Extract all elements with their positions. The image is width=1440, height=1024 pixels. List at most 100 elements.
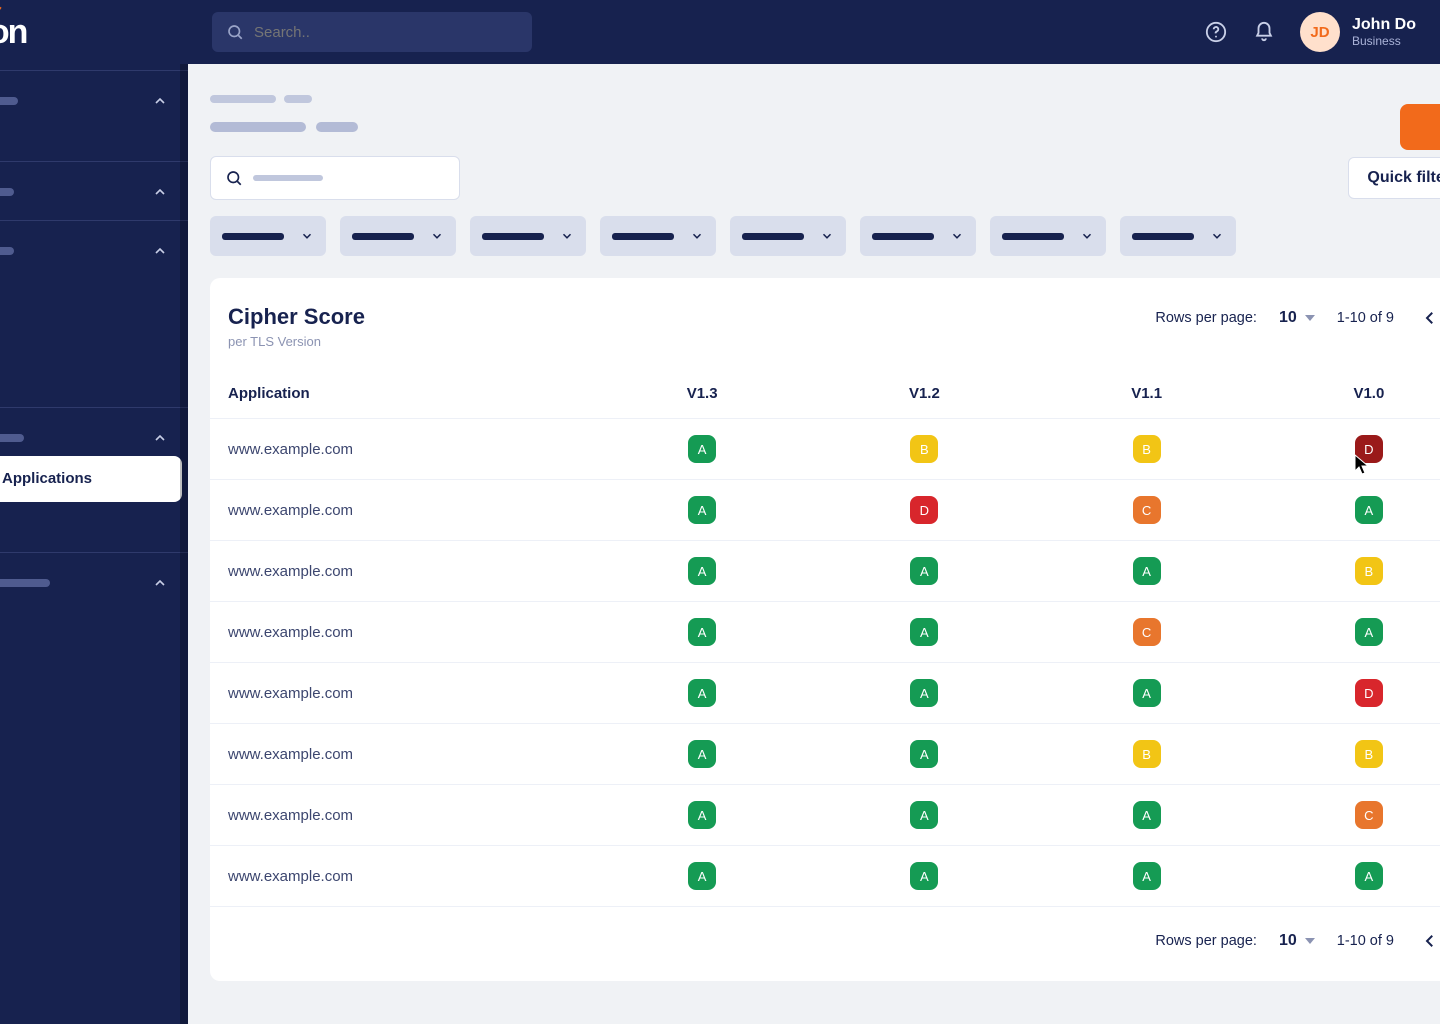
filter-dropdown[interactable] <box>730 216 846 256</box>
score-badge: A <box>1355 862 1383 890</box>
chevron-up-icon <box>152 243 168 259</box>
cell-score: A <box>1258 480 1440 541</box>
nav-item[interactable] <box>0 115 180 131</box>
global-search-input[interactable] <box>254 24 518 41</box>
filter-dropdown[interactable] <box>1120 216 1236 256</box>
rows-per-page-label: Rows per page: <box>1155 933 1257 949</box>
table-row[interactable]: www.example.com A A A C <box>210 785 1440 846</box>
rows-per-page-select[interactable]: 10 <box>1279 932 1315 950</box>
nav-section-header[interactable] <box>0 87 180 115</box>
score-badge: A <box>910 679 938 707</box>
nav-item-applications[interactable]: Applications <box>0 456 182 502</box>
score-badge: A <box>910 801 938 829</box>
page-prev-button[interactable] <box>1416 304 1440 332</box>
cell-application: www.example.com <box>210 663 591 724</box>
nav-item[interactable] <box>0 361 180 377</box>
table-row[interactable]: www.example.comAAAD <box>210 663 1440 724</box>
nav-item[interactable] <box>0 131 180 147</box>
cell-score: A <box>1036 785 1258 846</box>
score-badge: D <box>910 496 938 524</box>
nav-item[interactable] <box>0 613 180 629</box>
cell-score: A <box>813 846 1035 907</box>
filter-dropdown[interactable] <box>990 216 1106 256</box>
nav-item[interactable] <box>0 377 180 393</box>
nav-section-header[interactable] <box>0 237 180 265</box>
score-badge: C <box>1355 801 1383 829</box>
table-search[interactable] <box>210 156 460 200</box>
chevron-up-icon <box>152 430 168 446</box>
page-prev-button[interactable] <box>1416 927 1440 955</box>
user-name: John Do <box>1352 15 1416 34</box>
logo: kon <box>0 13 180 52</box>
score-badge: D <box>1355 435 1383 463</box>
user-info[interactable]: John Do Business <box>1352 15 1416 49</box>
chevron-down-icon <box>1080 229 1094 243</box>
table-row[interactable]: www.example.comAACA <box>210 602 1440 663</box>
cipher-score-card: Cipher Score per TLS Version Rows per pa… <box>210 278 1440 981</box>
table-row[interactable]: www.example.comAAAB <box>210 541 1440 602</box>
nav-item[interactable] <box>0 329 180 345</box>
rows-per-page-label: Rows per page: <box>1155 310 1257 326</box>
cell-score: A <box>813 541 1035 602</box>
table-row[interactable]: www.example.comABBD <box>210 419 1440 480</box>
cell-score: A <box>1258 602 1440 663</box>
nav-item[interactable] <box>0 297 180 313</box>
table-row[interactable]: www.example.comAABB <box>210 724 1440 785</box>
chevron-down-icon <box>1210 229 1224 243</box>
nav-section-header[interactable] <box>0 569 180 597</box>
pagination-range: 1-10 of 9 <box>1337 933 1394 949</box>
chevron-up-icon <box>152 575 168 591</box>
cipher-score-table: ApplicationV1.3V1.2V1.1V1.0 www.example.… <box>210 369 1440 906</box>
user-avatar[interactable]: JD <box>1300 12 1340 52</box>
nav-item[interactable] <box>0 265 180 281</box>
filter-dropdown[interactable] <box>210 216 326 256</box>
filter-dropdown[interactable] <box>600 216 716 256</box>
table-row[interactable]: www.example.comAAAA <box>210 846 1440 907</box>
cell-score: A <box>1258 846 1440 907</box>
cell-score: A <box>1036 846 1258 907</box>
nav-section-header[interactable] <box>0 424 180 452</box>
primary-action-button[interactable] <box>1400 104 1440 150</box>
cell-score: C <box>1036 602 1258 663</box>
global-search[interactable] <box>212 12 532 52</box>
cell-application: www.example.com <box>210 602 591 663</box>
filter-chip-row <box>210 216 1440 256</box>
card-subtitle: per TLS Version <box>228 334 365 349</box>
cell-application: www.example.com <box>210 785 591 846</box>
score-badge: A <box>688 801 716 829</box>
chevron-down-icon <box>430 229 444 243</box>
score-badge: A <box>1133 679 1161 707</box>
main-content: Quick filter Cipher Score per TLS Versio… <box>188 64 1440 1024</box>
help-button[interactable] <box>1196 12 1236 52</box>
nav-item[interactable] <box>0 313 180 329</box>
nav-item[interactable] <box>0 506 180 522</box>
notifications-button[interactable] <box>1244 12 1284 52</box>
cell-score: A <box>591 602 813 663</box>
rows-per-page-select[interactable]: 10 <box>1279 309 1315 327</box>
filter-dropdown[interactable] <box>470 216 586 256</box>
table-row[interactable]: www.example.comADCA <box>210 480 1440 541</box>
nav-item[interactable] <box>0 281 180 297</box>
column-header: V1.1 <box>1036 369 1258 419</box>
score-badge: C <box>1133 618 1161 646</box>
score-badge: A <box>1133 557 1161 585</box>
filter-dropdown[interactable] <box>340 216 456 256</box>
nav-item[interactable] <box>0 522 180 538</box>
cell-application: www.example.com <box>210 846 591 907</box>
quick-filter-button[interactable]: Quick filter <box>1348 157 1440 199</box>
cell-score: A <box>813 785 1035 846</box>
breadcrumb <box>210 90 1440 108</box>
cell-application: www.example.com <box>210 724 591 785</box>
chevron-down-icon <box>560 229 574 243</box>
filter-dropdown[interactable] <box>860 216 976 256</box>
cell-score: B <box>1258 541 1440 602</box>
chevron-up-icon <box>152 184 168 200</box>
score-badge: A <box>910 557 938 585</box>
score-badge: B <box>1133 740 1161 768</box>
nav-section-header[interactable] <box>0 178 180 206</box>
sidebar-scroll-edge <box>180 64 188 1024</box>
nav-item[interactable] <box>0 597 180 613</box>
cell-score: A <box>591 724 813 785</box>
column-header: V1.0 <box>1258 369 1440 419</box>
nav-item[interactable] <box>0 345 180 361</box>
